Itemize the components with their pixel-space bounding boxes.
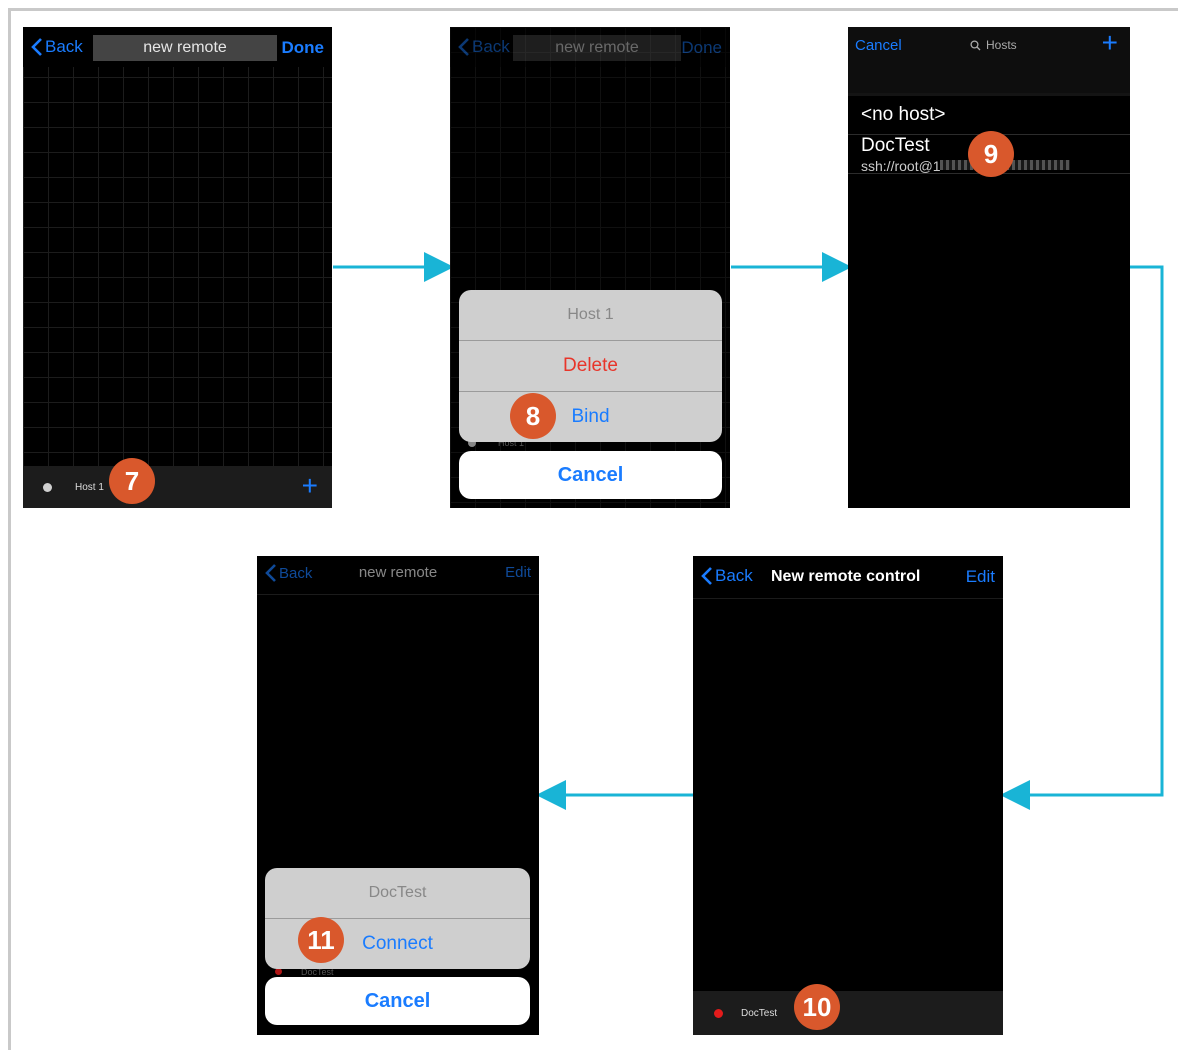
- host-url: ssh://root@1: [861, 158, 941, 174]
- done-button[interactable]: Done: [681, 38, 722, 58]
- cancel-link[interactable]: Cancel: [855, 37, 902, 54]
- search-icon: [970, 39, 981, 50]
- back-button[interactable]: Back: [701, 566, 753, 586]
- cancel-button[interactable]: Cancel: [265, 977, 530, 1025]
- status-dot: [43, 483, 52, 492]
- screen-step-9: Cancel Hosts + <no host> DocTest ssh://r…: [848, 27, 1130, 508]
- hosts-header: Cancel Hosts +: [848, 27, 1130, 94]
- screen-step-10: Back New remote control Edit DocTest: [693, 556, 1003, 1035]
- sheet-title: Host 1: [459, 290, 722, 340]
- screen-step-7: Back new remote Done Host 1 +: [23, 27, 332, 508]
- back-label: Back: [472, 37, 510, 56]
- back-button[interactable]: Back: [31, 37, 83, 57]
- navbar: Back new remote Done: [450, 27, 730, 67]
- chevron-left-icon: [458, 38, 469, 56]
- chevron-left-icon: [31, 38, 42, 56]
- edit-button[interactable]: Edit: [505, 564, 531, 581]
- step-badge-7: 7: [109, 458, 155, 504]
- screen-step-11: Back new remote Edit DocTest DocTest Con…: [257, 556, 539, 1035]
- remote-title-field[interactable]: new remote: [513, 35, 681, 61]
- host-label[interactable]: Host 1: [75, 482, 104, 493]
- host-bar: DocTest: [693, 991, 1003, 1035]
- host-row-none[interactable]: <no host>: [848, 96, 1130, 135]
- navbar: Back new remote Done: [23, 27, 332, 67]
- page-title: New remote control: [771, 568, 921, 585]
- host-label[interactable]: DocTest: [741, 1008, 777, 1019]
- remote-grid: [23, 27, 332, 508]
- step-badge-10: 10: [794, 984, 840, 1030]
- chevron-left-icon: [701, 567, 712, 585]
- status-dot: [714, 1009, 723, 1018]
- delete-action[interactable]: Delete: [459, 340, 722, 391]
- host-name: DocTest: [861, 135, 930, 156]
- step-badge-9: 9: [968, 131, 1014, 177]
- screen-step-8: Back new remote Done Host 1 Host 1 Delet…: [450, 27, 730, 508]
- step-badge-11: 11: [298, 917, 344, 963]
- edit-button[interactable]: Edit: [966, 567, 995, 587]
- status-dot: [275, 968, 282, 975]
- done-button[interactable]: Done: [282, 38, 325, 58]
- search-placeholder: Hosts: [986, 38, 1017, 52]
- navbar: Back new remote Edit: [257, 556, 539, 596]
- step-badge-8: 8: [510, 393, 556, 439]
- cancel-button[interactable]: Cancel: [459, 451, 722, 499]
- hosts-search[interactable]: Hosts: [970, 38, 1017, 52]
- back-label: Back: [715, 566, 753, 585]
- add-host-button[interactable]: +: [302, 472, 318, 500]
- host-bar: Host 1 +: [23, 466, 332, 508]
- no-host-label: <no host>: [861, 104, 946, 125]
- add-host-button[interactable]: +: [1102, 29, 1118, 57]
- remote-title-field[interactable]: new remote: [93, 35, 277, 61]
- navbar-divider: [257, 594, 539, 595]
- back-label: Back: [45, 37, 83, 56]
- bind-action[interactable]: Bind: [459, 391, 722, 442]
- navbar: Back New remote control Edit: [693, 556, 1003, 599]
- back-button[interactable]: Back: [458, 37, 510, 57]
- page-title: new remote: [358, 564, 438, 581]
- sheet-title: DocTest: [265, 868, 530, 918]
- action-sheet: Host 1 Delete Bind: [459, 290, 722, 442]
